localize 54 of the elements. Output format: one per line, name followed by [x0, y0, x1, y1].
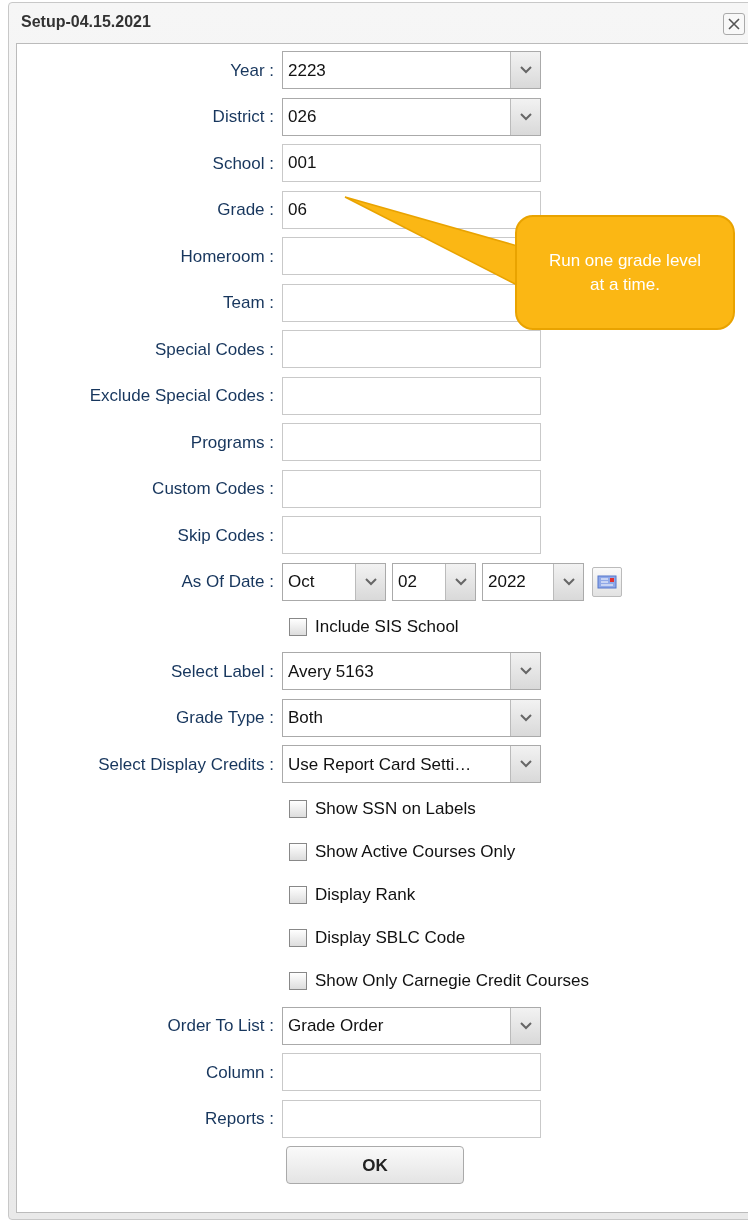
field-label: Exclude Special Codes :	[89, 386, 274, 405]
checkbox[interactable]	[289, 800, 307, 818]
dropdown[interactable]: 2022	[482, 562, 584, 601]
field-label: Column :	[205, 1062, 274, 1082]
input-field[interactable]	[282, 423, 541, 462]
checkbox-option[interactable]: Show Only Carnegie Credit Courses	[289, 968, 589, 994]
field-label: Order To List :	[167, 1016, 274, 1035]
checkbox[interactable]	[289, 617, 307, 636]
checkbox-option[interactable]: Show SSN on Labels	[289, 796, 476, 822]
close-button[interactable]	[723, 13, 745, 35]
dropdown[interactable]: Avery 5163	[282, 652, 541, 691]
checkbox-option[interactable]: Include SIS School	[289, 613, 459, 640]
field-label: As Of Date :	[181, 572, 274, 591]
field-label: Custom Codes :	[152, 479, 274, 498]
dropdown[interactable]: Oct	[282, 562, 386, 601]
input-field[interactable]: 001	[282, 144, 541, 183]
field-label: Programs :	[190, 432, 274, 452]
dropdown[interactable]: 2223	[282, 51, 541, 90]
field-label: Grade :	[217, 200, 274, 219]
input-field[interactable]	[282, 469, 541, 508]
field-label: School :	[212, 153, 274, 173]
close-icon	[727, 17, 741, 31]
field-label: Homeroom :	[180, 246, 274, 266]
input-field[interactable]	[282, 330, 541, 369]
calendar-icon	[597, 574, 617, 589]
checkbox[interactable]	[289, 886, 307, 904]
checkbox-option[interactable]: Display SBLC Code	[289, 925, 466, 951]
field-label: District :	[212, 107, 274, 126]
field-label: Reports :	[205, 1109, 274, 1128]
checkbox-option[interactable]: Show Active Courses Only	[289, 839, 516, 865]
field-label: Team :	[222, 293, 274, 312]
dropdown[interactable]: 026	[282, 97, 541, 136]
field-label: Grade Type :	[176, 708, 274, 727]
dropdown[interactable]: Use Report Card Setti…	[282, 745, 541, 784]
calendar-button[interactable]	[592, 566, 622, 597]
field-label: Skip Codes :	[177, 525, 274, 545]
input-field[interactable]	[282, 1099, 541, 1138]
input-field[interactable]	[282, 376, 541, 415]
field-label: Select Display Credits :	[98, 754, 274, 774]
field-label: Select Label :	[171, 661, 274, 681]
input-field[interactable]	[282, 1053, 541, 1092]
checkbox-option[interactable]: Display Rank	[289, 882, 416, 908]
ok-button[interactable]: OK	[286, 1146, 464, 1185]
input-field[interactable]	[282, 516, 541, 555]
checkbox[interactable]	[289, 972, 307, 990]
field-label: Special Codes :	[154, 339, 274, 359]
dropdown[interactable]: Grade Order	[282, 1006, 541, 1045]
field-label: Year :	[230, 60, 274, 80]
window-title: Setup-04.15.2021	[21, 12, 151, 32]
checkbox[interactable]	[289, 929, 307, 947]
dropdown[interactable]: 02	[392, 562, 476, 601]
checkbox[interactable]	[289, 843, 307, 861]
dropdown[interactable]: Both	[282, 698, 541, 737]
callout-text: Run one grade level at a time.	[515, 215, 735, 330]
